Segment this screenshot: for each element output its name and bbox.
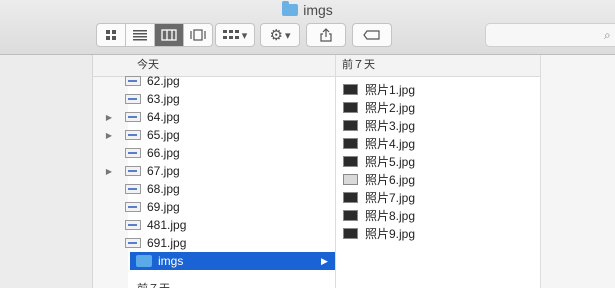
view-mode-switcher [96, 23, 213, 47]
list-item[interactable]: 66.jpg [93, 144, 335, 162]
window-title: imgs [0, 1, 615, 20]
list-item[interactable]: ▶ 67.jpg [93, 162, 335, 180]
image-thumbnail-icon [343, 119, 358, 131]
folder-item-selected[interactable]: imgs ▶ [130, 252, 335, 270]
group-header-prev7: 前７天 [336, 55, 540, 77]
list-item[interactable]: 691.jpg [93, 234, 335, 252]
list-item[interactable]: 照片4.jpg [336, 134, 540, 152]
image-thumbnail-icon [343, 191, 358, 203]
list-item[interactable]: 照片7.jpg [336, 188, 540, 206]
action-button[interactable]: ⚙ ▾ [260, 23, 300, 47]
image-thumbnail-icon [343, 173, 358, 185]
list-item[interactable]: 照片8.jpg [336, 206, 540, 224]
list-item[interactable]: 照片2.jpg [336, 98, 540, 116]
folder-icon [282, 1, 299, 16]
chevron-right-icon: ▶ [321, 255, 328, 266]
search-field[interactable]: ⌕ [485, 23, 615, 47]
group-button[interactable]: ▾ [215, 23, 255, 47]
group-header-prev7: 前７天 [137, 280, 170, 288]
chevron-down-icon: ▾ [241, 29, 248, 42]
list-item[interactable]: ▶ 64.jpg [93, 108, 335, 126]
share-button[interactable] [306, 23, 346, 47]
tag-button[interactable] [352, 23, 392, 47]
toolbar: imgs ▾ ⚙ ▾ ⌕ [0, 0, 615, 55]
browser-column-3 [541, 55, 615, 288]
image-thumbnail-icon [343, 209, 358, 221]
image-file-icon [125, 112, 141, 122]
columns-icon [161, 29, 177, 41]
list-item[interactable]: 69.jpg [93, 198, 335, 216]
folder-icon [136, 255, 152, 267]
search-icon: ⌕ [604, 28, 611, 42]
list-item[interactable]: ▶ 65.jpg [93, 126, 335, 144]
disclosure-triangle-icon[interactable]: ▶ [93, 113, 125, 122]
image-thumbnail-icon [343, 101, 358, 113]
image-file-icon [125, 130, 141, 140]
list-item[interactable]: 照片9.jpg [336, 224, 540, 242]
gallery-view-button[interactable] [184, 24, 212, 46]
list-item[interactable]: 照片1.jpg [336, 80, 540, 98]
sidebar [0, 55, 93, 288]
group-icon [222, 30, 239, 39]
grid-icon [106, 30, 116, 40]
image-thumbnail-icon [343, 227, 358, 239]
list-item[interactable]: 62.jpg [93, 72, 335, 90]
image-thumbnail-icon [343, 137, 358, 149]
icon-view-button[interactable] [97, 24, 126, 46]
image-file-icon [125, 202, 141, 212]
browser-column-1: 今天 62.jpg 63.jpg ▶ 64.jpg ▶ 65.jpg 66.jpg … [93, 55, 336, 288]
image-thumbnail-icon [343, 155, 358, 167]
list-item[interactable]: 68.jpg [93, 180, 335, 198]
image-thumbnail-icon [343, 83, 358, 95]
image-file-icon [125, 220, 141, 230]
list-icon [133, 30, 147, 41]
chevron-down-icon: ▾ [284, 29, 291, 42]
list-item[interactable]: 63.jpg [93, 90, 335, 108]
image-file-icon [125, 184, 141, 194]
tag-icon [363, 30, 380, 40]
list-item[interactable]: 照片3.jpg [336, 116, 540, 134]
gallery-icon [190, 29, 206, 41]
image-file-icon [125, 166, 141, 176]
list-view-button[interactable] [126, 24, 155, 46]
image-file-icon [125, 238, 141, 248]
disclosure-triangle-icon[interactable]: ▶ [93, 167, 125, 176]
image-file-icon [125, 76, 141, 86]
column-view-button[interactable] [155, 24, 184, 46]
image-file-icon [125, 94, 141, 104]
disclosure-triangle-icon[interactable]: ▶ [93, 131, 125, 140]
share-icon [320, 28, 332, 42]
browser-column-2: 前７天 照片1.jpg 照片2.jpg 照片3.jpg 照片4.jpg 照片5.… [336, 55, 541, 288]
list-item[interactable]: 照片5.jpg [336, 152, 540, 170]
gear-icon: ⚙ [269, 27, 283, 44]
list-item[interactable]: 481.jpg [93, 216, 335, 234]
image-file-icon [125, 148, 141, 158]
list-item[interactable]: 照片6.jpg [336, 170, 540, 188]
